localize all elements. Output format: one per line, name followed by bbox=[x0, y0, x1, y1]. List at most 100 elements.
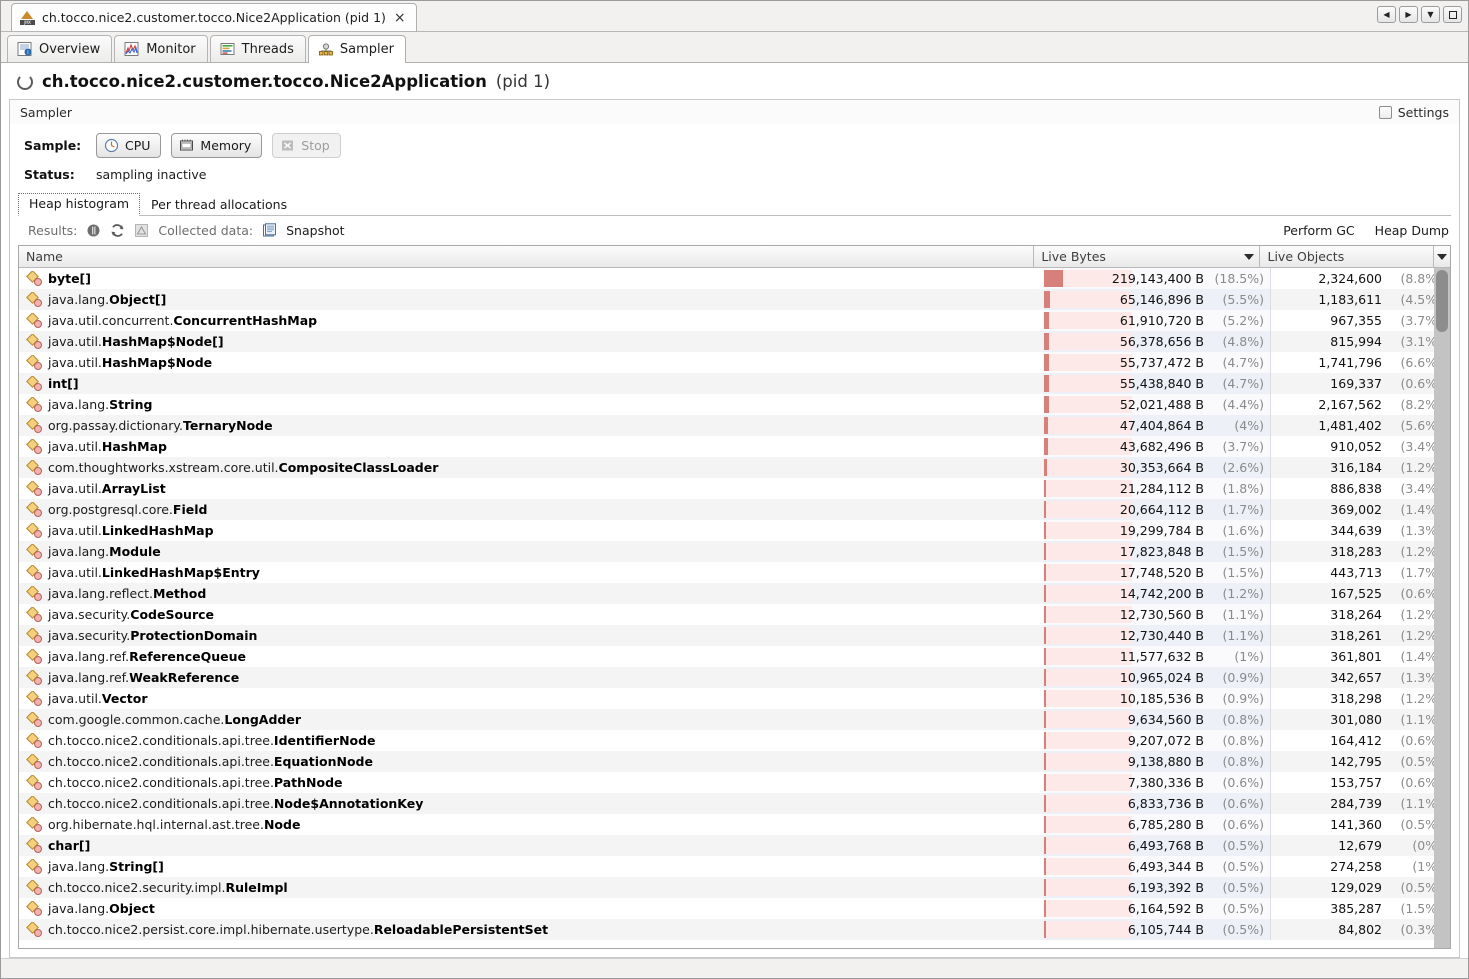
table-row[interactable]: java.util.HashMap 43,682,496 B (3.7%) 910,0… bbox=[19, 436, 1450, 457]
settings-checkbox[interactable] bbox=[1378, 105, 1392, 119]
table-row[interactable]: java.lang.Object[] 65,146,896 B (5.5%) 1,18… bbox=[19, 289, 1450, 310]
cell-class-name: java.lang.ref.WeakReference bbox=[19, 670, 1043, 685]
maximize-button[interactable] bbox=[1443, 6, 1462, 23]
java-class-icon bbox=[26, 691, 42, 706]
class-name-text: java.util.Vector bbox=[48, 691, 148, 706]
table-row[interactable]: org.hibernate.hql.internal.ast.tree.Node… bbox=[19, 814, 1450, 835]
live-bytes-bar bbox=[1044, 921, 1132, 938]
package-prefix: java.lang.reflect. bbox=[48, 586, 153, 601]
cell-class-name: com.thoughtworks.xstream.core.util.Compo… bbox=[19, 460, 1043, 475]
cell-class-name: java.security.CodeSource bbox=[19, 607, 1043, 622]
table-row[interactable]: int[] 55,438,840 B (4.7%) 169,337 (0.6%) bbox=[19, 373, 1450, 394]
cell-live-objects: 164,412 (0.6%) bbox=[1271, 730, 1446, 751]
column-header-name[interactable]: Name bbox=[19, 246, 1035, 268]
table-header-row: Name Live Bytes Live Objects bbox=[19, 246, 1450, 268]
table-row[interactable]: ch.tocco.nice2.security.impl.RuleImpl 6,1… bbox=[19, 877, 1450, 898]
sample-cpu-button[interactable]: CPU bbox=[96, 133, 162, 158]
table-row[interactable]: com.thoughtworks.xstream.core.util.Compo… bbox=[19, 457, 1450, 478]
table-row[interactable]: java.lang.String[] 6,493,344 B (0.5%) 274,2… bbox=[19, 856, 1450, 877]
java-class-icon bbox=[26, 376, 42, 391]
live-bytes-value: 20,664,112 B bbox=[1119, 502, 1204, 517]
table-row[interactable]: java.util.concurrent.ConcurrentHashMap 61… bbox=[19, 310, 1450, 331]
refresh-results-icon[interactable] bbox=[110, 223, 125, 238]
table-row[interactable]: java.lang.String 52,021,488 B (4.4%) 2,167,… bbox=[19, 394, 1450, 415]
document-tab-nice2application[interactable]: JMX ch.tocco.nice2.customer.tocco.Nice2A… bbox=[11, 3, 417, 31]
tab-threads[interactable]: Threads bbox=[209, 35, 306, 62]
table-row[interactable]: ch.tocco.nice2.conditionals.api.tree.Ide… bbox=[19, 730, 1450, 751]
live-bytes-percent: (1.7%) bbox=[1222, 502, 1264, 517]
table-row[interactable]: ch.tocco.nice2.conditionals.api.tree.Nod… bbox=[19, 793, 1450, 814]
scroll-left-button[interactable]: ◀ bbox=[1377, 6, 1396, 23]
pause-results-icon[interactable] bbox=[86, 223, 101, 238]
live-bytes-value: 9,634,560 B bbox=[1127, 712, 1204, 727]
cell-live-objects: 1,183,611 (4.5%) bbox=[1271, 289, 1446, 310]
cell-live-bytes: 65,146,896 B (5.5%) bbox=[1043, 289, 1271, 310]
table-row[interactable]: byte[] 219,143,400 B (18.5%) 2,324,600 (8.8%… bbox=[19, 268, 1450, 289]
table-row[interactable]: ch.tocco.nice2.persist.core.impl.hiberna… bbox=[19, 919, 1450, 940]
column-header-live-bytes[interactable]: Live Bytes bbox=[1034, 246, 1261, 268]
column-chooser-button[interactable] bbox=[1434, 246, 1450, 268]
table-row[interactable]: char[] 6,493,768 B (0.5%) 12,679 (0%) bbox=[19, 835, 1450, 856]
table-row[interactable]: java.lang.ref.ReferenceQueue 11,577,632 B… bbox=[19, 646, 1450, 667]
perform-gc-button[interactable]: Perform GC bbox=[1283, 223, 1354, 238]
live-bytes-bar-fill bbox=[1044, 522, 1046, 539]
simple-class-name: WeakReference bbox=[129, 670, 240, 685]
table-row[interactable]: java.security.ProtectionDomain 12,730,440… bbox=[19, 625, 1450, 646]
table-row[interactable]: java.util.Vector 10,185,536 B (0.9%) 318,29… bbox=[19, 688, 1450, 709]
cell-live-bytes: 6,833,736 B (0.6%) bbox=[1043, 793, 1271, 814]
heap-dump-button[interactable]: Heap Dump bbox=[1375, 223, 1449, 238]
settings-toggle[interactable]: Settings bbox=[1378, 105, 1449, 120]
sample-memory-button[interactable]: Memory bbox=[171, 133, 263, 158]
cell-live-bytes: 43,682,496 B (3.7%) bbox=[1043, 436, 1271, 457]
package-prefix: java.lang. bbox=[48, 901, 110, 916]
table-row[interactable]: java.util.HashMap$Node 55,737,472 B (4.7%)… bbox=[19, 352, 1450, 373]
cell-live-objects: 967,355 (3.7%) bbox=[1271, 310, 1446, 331]
table-row[interactable]: org.postgresql.core.Field 20,664,112 B (1.… bbox=[19, 499, 1450, 520]
table-row[interactable]: java.security.CodeSource 12,730,560 B (1.1… bbox=[19, 604, 1450, 625]
table-row[interactable]: java.lang.ref.WeakReference 10,965,024 B (… bbox=[19, 667, 1450, 688]
scroll-right-button[interactable]: ▶ bbox=[1399, 6, 1418, 23]
close-icon[interactable]: × bbox=[393, 11, 407, 25]
table-row[interactable]: org.passay.dictionary.TernaryNode 47,404,… bbox=[19, 415, 1450, 436]
live-bytes-percent: (3.7%) bbox=[1222, 439, 1264, 454]
live-bytes-bar-fill bbox=[1044, 543, 1046, 560]
table-row[interactable]: java.lang.Object 6,164,592 B (0.5%) 385,287… bbox=[19, 898, 1450, 919]
cell-live-bytes: 12,730,560 B (1.1%) bbox=[1043, 604, 1271, 625]
simple-class-name: Module bbox=[109, 544, 161, 559]
package-prefix: org.hibernate.hql.internal.ast.tree. bbox=[48, 817, 264, 832]
live-bytes-bar-fill bbox=[1044, 438, 1048, 455]
class-name-text: java.util.concurrent.ConcurrentHashMap bbox=[48, 313, 317, 328]
cell-class-name: java.lang.Object bbox=[19, 901, 1043, 916]
column-header-live-objects[interactable]: Live Objects bbox=[1260, 246, 1435, 268]
tab-overview[interactable]: i Overview bbox=[7, 35, 113, 62]
table-row[interactable]: java.util.LinkedHashMap 19,299,784 B (1.6%… bbox=[19, 520, 1450, 541]
table-row[interactable]: java.util.LinkedHashMap$Entry 17,748,520 … bbox=[19, 562, 1450, 583]
live-bytes-percent: (0.5%) bbox=[1222, 922, 1264, 937]
live-bytes-percent: (0.5%) bbox=[1222, 880, 1264, 895]
table-row[interactable]: ch.tocco.nice2.conditionals.api.tree.Pat… bbox=[19, 772, 1450, 793]
table-row[interactable]: java.lang.reflect.Method 14,742,200 B (1.2… bbox=[19, 583, 1450, 604]
java-class-icon bbox=[26, 334, 42, 349]
java-class-icon bbox=[26, 523, 42, 538]
tab-heap-histogram[interactable]: Heap histogram bbox=[18, 193, 141, 216]
table-row[interactable]: com.google.common.cache.LongAdder 9,634,5… bbox=[19, 709, 1450, 730]
delta-results-icon[interactable] bbox=[134, 223, 149, 238]
scrollbar-thumb[interactable] bbox=[1436, 270, 1448, 332]
tab-list-button[interactable]: ▼ bbox=[1421, 6, 1440, 23]
snapshot-button[interactable]: Snapshot bbox=[286, 223, 344, 238]
live-bytes-bar-fill bbox=[1044, 816, 1046, 833]
live-bytes-percent: (0.5%) bbox=[1222, 901, 1264, 916]
table-vertical-scrollbar[interactable] bbox=[1434, 268, 1450, 948]
table-row[interactable]: java.util.HashMap$Node[] 56,378,656 B (4.8… bbox=[19, 331, 1450, 352]
table-row[interactable]: ch.tocco.nice2.conditionals.api.tree.Equ… bbox=[19, 751, 1450, 772]
package-prefix: java.util. bbox=[48, 691, 102, 706]
table-row[interactable]: java.util.ArrayList 21,284,112 B (1.8%) 886… bbox=[19, 478, 1450, 499]
java-class-icon bbox=[26, 439, 42, 454]
class-name-text: java.util.LinkedHashMap$Entry bbox=[48, 565, 260, 580]
tab-monitor[interactable]: Monitor bbox=[114, 35, 208, 62]
tab-sampler[interactable]: Sampler bbox=[307, 35, 406, 63]
live-bytes-bar-fill bbox=[1044, 627, 1046, 644]
tab-per-thread-allocations[interactable]: Per thread allocations bbox=[140, 194, 298, 216]
cell-live-objects: 153,757 (0.6%) bbox=[1271, 772, 1446, 793]
table-row[interactable]: java.lang.Module 17,823,848 B (1.5%) 318,28… bbox=[19, 541, 1450, 562]
